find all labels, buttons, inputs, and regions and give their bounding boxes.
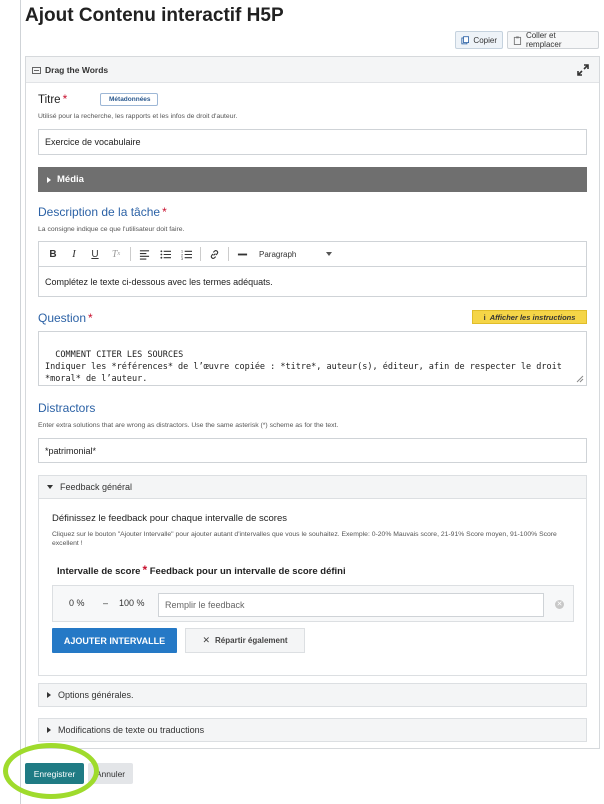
question-label: Question * [38,311,93,325]
page-title: Ajout Contenu interactif H5P [25,5,284,26]
caret-right-icon [47,176,51,183]
feedback-description: Cliquez sur le bouton "Ajouter Intervall… [52,531,557,547]
distractors-input[interactable]: *patrimonial* [38,438,587,463]
feedback-heading: Définissez le feedback pour chaque inter… [52,513,287,524]
rich-text-toolbar: B I U Tx 123 Paragraph [38,241,587,266]
highlight-annotation [3,743,99,799]
show-instructions-label: Afficher les instructions [489,312,576,322]
numbered-list-icon[interactable]: 123 [178,246,194,262]
options-group-label: Options générales. [58,690,134,700]
task-description-editor[interactable]: Complétez le texte ci-dessous avec les t… [38,266,587,297]
format-select-value: Paragraph [259,249,297,259]
toolbar-separator [200,247,201,261]
italic-icon[interactable]: I [66,246,82,262]
editor-header: Drag the Words [26,57,599,83]
title-field-label: Titre * [38,92,68,106]
content-type-icon [32,66,41,74]
media-group-label: Média [57,174,84,185]
bold-icon[interactable]: B [45,246,61,262]
score-range-row: 0 % – 100 % Remplir le feedback ✕ [52,585,574,622]
show-instructions-button[interactable]: i Afficher les instructions [472,310,587,324]
horizontal-rule-icon[interactable] [234,246,250,262]
toolbar-separator [228,247,229,261]
feedback-group-toggle[interactable]: Feedback général [38,475,587,499]
title-field-description: Utilisé pour la recherche, les rapports … [38,113,238,120]
underline-icon[interactable]: U [87,246,103,262]
text-overrides-group-toggle[interactable]: Modifications de texte ou traductions [38,718,587,742]
distribute-evenly-label: Répartir également [215,636,288,645]
metadata-button[interactable]: Métadonnées [100,93,158,106]
question-textarea[interactable]: COMMENT CITER LES SOURCES Indiquer les *… [38,331,587,386]
link-icon[interactable] [206,246,222,262]
bullet-list-icon[interactable] [157,246,173,262]
feedback-input[interactable]: Remplir le feedback [158,593,544,617]
clear-format-icon[interactable]: Tx [108,246,124,262]
score-range-header: Intervalle de score [57,566,141,577]
text-overrides-group-label: Modifications de texte ou traductions [58,725,205,735]
copy-button[interactable]: Copier [455,31,503,49]
caret-right-icon [47,692,51,698]
svg-text:3: 3 [181,257,183,260]
library-name: Drag the Words [45,65,109,75]
task-description-help: La consigne indique ce que l'utilisateur… [38,226,185,233]
media-group-toggle[interactable]: Média [38,167,587,192]
close-icon: ✕ [202,635,211,645]
task-description-label: Description de la tâche * [38,205,167,219]
clipboard-icon [513,35,522,45]
copy-button-label: Copier [473,35,497,45]
toolbar-separator [130,247,131,261]
copy-icon [461,35,470,44]
distribute-evenly-button[interactable]: ✕ Répartir également [185,628,305,653]
resize-handle-icon[interactable] [574,373,584,383]
paste-replace-button[interactable]: Coller et remplacer [507,31,599,49]
range-to: 100 % [119,598,145,608]
caret-down-icon [47,485,53,489]
options-group-toggle[interactable]: Options générales. [38,683,587,707]
feedback-text-header: Feedback pour un intervalle de score déf… [149,566,346,577]
format-select[interactable]: Paragraph [259,249,333,259]
add-range-button[interactable]: AJOUTER INTERVALLE [52,628,177,653]
fullscreen-icon[interactable] [577,64,589,76]
distractors-description: Enter extra solutions that are wrong as … [38,422,339,429]
info-icon: i [483,312,486,322]
caret-right-icon [47,727,51,733]
library-title: Drag the Words [32,65,108,75]
range-from: 0 % [69,598,85,608]
remove-range-icon[interactable]: ✕ [555,600,564,609]
question-text: COMMENT CITER LES SOURCES Indiquer les *… [45,350,562,384]
distractors-label: Distractors [38,401,96,415]
title-input[interactable]: Exercice de vocabulaire [38,129,587,155]
range-dash: – [103,598,109,608]
feedback-group-label: Feedback général [60,482,133,492]
feedback-column-headers: Intervalle de score * Feedback pour un in… [57,563,346,577]
chevron-down-icon [326,252,333,256]
align-icon[interactable] [136,246,152,262]
paste-button-label: Coller et remplacer [525,31,562,49]
